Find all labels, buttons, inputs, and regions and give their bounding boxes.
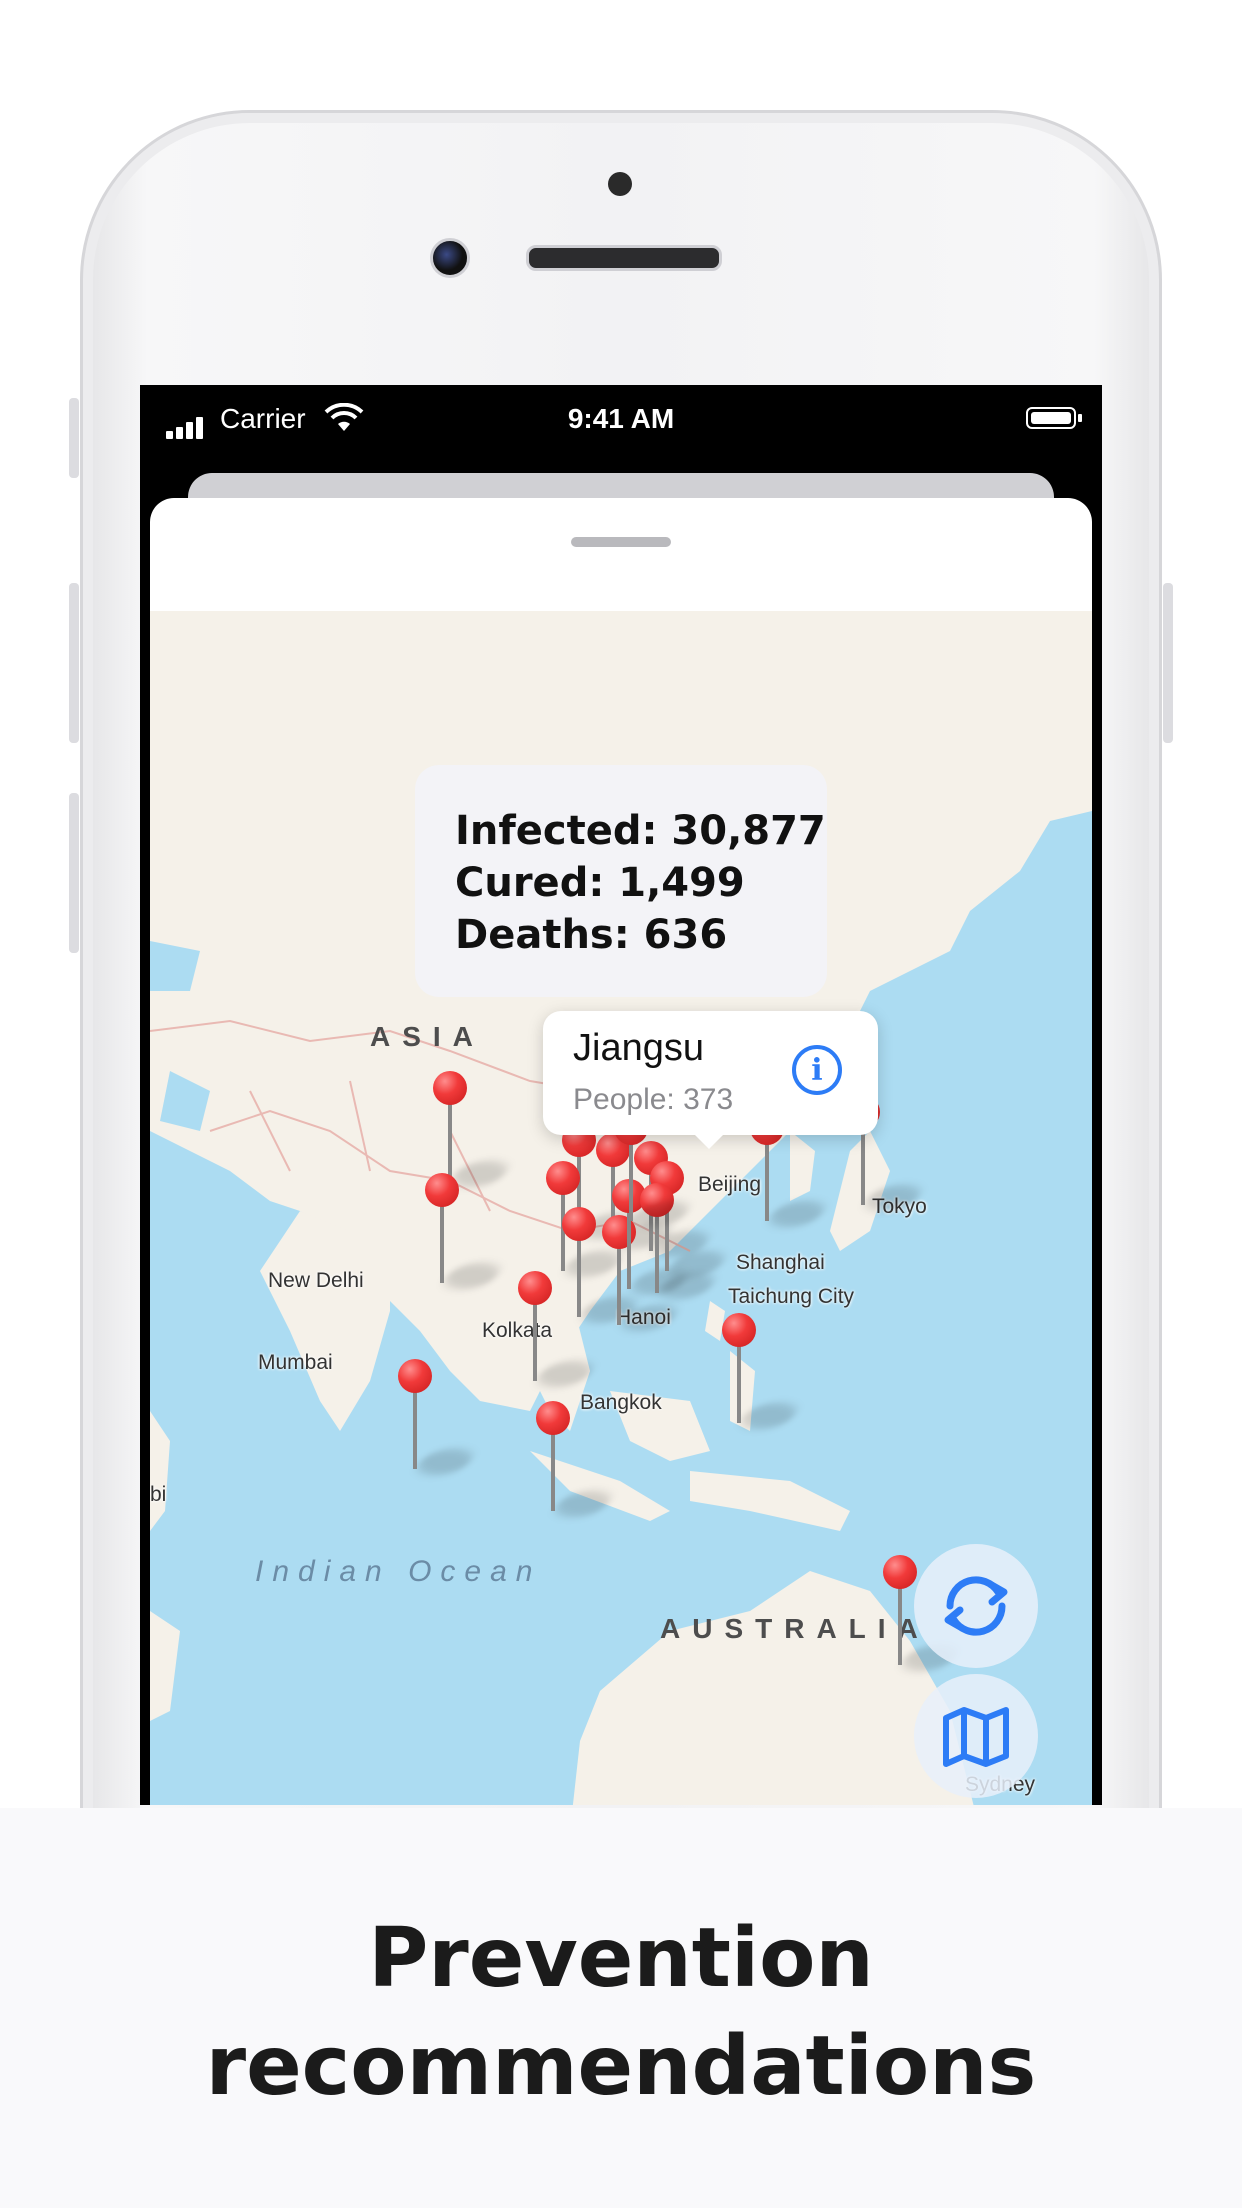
refresh-button[interactable] [914, 1544, 1038, 1668]
city-label-nairobi: bi [150, 1483, 167, 1506]
callout-subtitle: People: 373 [573, 1083, 734, 1116]
modal-sheet: ASIA AUSTRALIA Indian Ocean New Delhi Ko… [150, 498, 1092, 1805]
cured-count: Cured: 1,499 [455, 860, 745, 906]
battery-icon [1026, 407, 1076, 429]
phone-screen: Carrier 9:41 AM ASIA AUSTRALIA Indian Oc… [140, 385, 1102, 1805]
callout-title: Jiangsu [573, 1027, 704, 1069]
indian-ocean-label: Indian Ocean [255, 1555, 542, 1588]
map-icon [943, 1707, 1009, 1767]
headline-line-2: recommendations [205, 2019, 1037, 2114]
front-camera [430, 238, 470, 278]
asia-label: ASIA [370, 1021, 485, 1052]
mute-switch [69, 398, 79, 478]
map-pin[interactable] [433, 1071, 515, 1187]
refresh-icon [944, 1576, 1008, 1636]
map-pin[interactable] [536, 1401, 618, 1517]
pin-callout[interactable]: Jiangsu People: 373 [543, 1011, 878, 1149]
map-view[interactable]: ASIA AUSTRALIA Indian Ocean New Delhi Ko… [150, 611, 1092, 1805]
earpiece-speaker [526, 245, 722, 271]
infected-count: Infected: 30,877 [455, 808, 826, 854]
map-pin[interactable] [425, 1173, 507, 1289]
map-pin[interactable] [883, 1555, 965, 1671]
stats-card: Infected: 30,877 Cured: 1,499 Deaths: 63… [415, 765, 827, 997]
battery-nub [1078, 414, 1082, 422]
info-icon[interactable] [792, 1045, 842, 1095]
map-pin[interactable] [562, 1207, 644, 1323]
power-button [1163, 583, 1173, 743]
map-type-button[interactable] [914, 1674, 1038, 1798]
proximity-sensor [608, 172, 632, 196]
deaths-count: Deaths: 636 [455, 912, 728, 958]
map-pin[interactable] [398, 1359, 480, 1475]
volume-up-button [69, 583, 79, 743]
city-label-mumbai: Mumbai [258, 1351, 333, 1374]
headline-line-1: Prevention [368, 1911, 874, 2006]
sheet-grabber[interactable] [571, 537, 671, 547]
status-bar: Carrier 9:41 AM [140, 385, 1102, 455]
city-label-bangkok: Bangkok [580, 1391, 662, 1414]
volume-down-button [69, 793, 79, 953]
status-time: 9:41 AM [567, 403, 675, 434]
promo-headline: Prevention recommendations [0, 1905, 1242, 2121]
city-label-taichung: Taichung City [728, 1285, 855, 1308]
map-pin[interactable] [518, 1271, 600, 1387]
city-label-new-delhi: New Delhi [268, 1269, 364, 1292]
city-label-shanghai: Shanghai [736, 1251, 825, 1274]
map-pin[interactable] [722, 1313, 804, 1429]
